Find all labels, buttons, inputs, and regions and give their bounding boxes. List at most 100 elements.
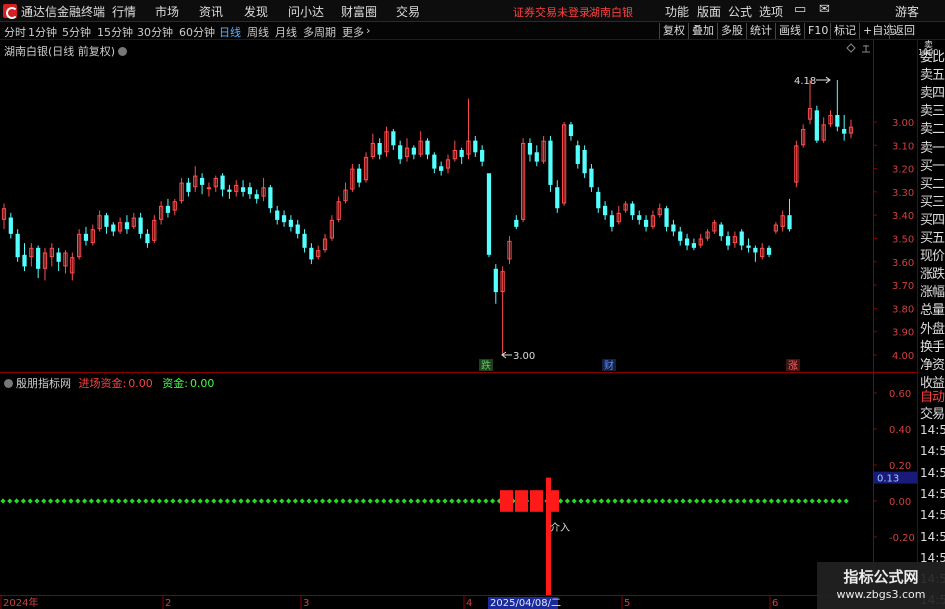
zero-line-diamond [585, 498, 590, 503]
menu-item-quotes[interactable]: 行情 [112, 3, 136, 20]
period-tab-intraday[interactable]: 分时 [4, 24, 26, 40]
zero-line-diamond [164, 498, 169, 503]
login-status-text[interactable]: 证券交易未登录 [513, 4, 590, 20]
quote-field-label: 买一 [920, 155, 944, 174]
btn-multi-stock[interactable]: 多股 [717, 23, 746, 39]
top-menu-bar: 通达信金融终端 行情 市场 资讯 发现 问小达 财富圈 交易 证券交易未登录 湖… [0, 0, 945, 22]
candle-body-down [603, 206, 607, 215]
candle-body-down [719, 225, 723, 237]
red-indicator-bar [530, 490, 543, 512]
btn-mark[interactable]: 标记 [830, 23, 859, 39]
period-tab-multi[interactable]: 多周期 [303, 24, 336, 40]
zero-line-diamond [279, 498, 284, 503]
period-tab-more[interactable]: 更多 [342, 24, 364, 40]
menu-item-trade[interactable]: 交易 [396, 3, 420, 20]
menu-item-ask-xiaoda[interactable]: 问小达 [288, 3, 324, 20]
zero-line-diamond [123, 498, 128, 503]
menu-item-market[interactable]: 市场 [155, 3, 179, 20]
candle-body-down [610, 215, 614, 227]
period-tab-60min[interactable]: 60分钟 [179, 24, 215, 40]
zero-line-diamond [238, 498, 243, 503]
btn-stats[interactable]: 统计 [746, 23, 775, 39]
menu-item-function[interactable]: 功能 [665, 3, 689, 20]
candle-body-down [644, 220, 648, 227]
indicator-settings-icon[interactable] [4, 379, 13, 388]
candle-body-down [460, 150, 464, 157]
zero-line-diamond [334, 498, 339, 503]
zero-line-diamond [96, 498, 101, 503]
btn-overlay[interactable]: 叠加 [688, 23, 717, 39]
price-tick-label: 3.50 [892, 235, 914, 246]
candle-body-down [220, 176, 224, 190]
btn-f10[interactable]: F10 [804, 23, 831, 39]
btn-adjust[interactable]: 复权 [659, 23, 688, 39]
guest-user[interactable]: 游客 [895, 3, 919, 20]
btn-draw[interactable]: 画线 [775, 23, 804, 39]
candle-body-down [815, 110, 819, 140]
zero-line-diamond [572, 498, 577, 503]
zero-line-diamond [130, 498, 135, 503]
zero-line-diamond [714, 498, 719, 503]
candle-body-down [726, 236, 730, 245]
candle-body-down [596, 192, 600, 208]
period-tab-weekly[interactable]: 周线 [247, 24, 269, 40]
time-axis-label: 6 [772, 598, 778, 609]
menu-item-layout[interactable]: 版面 [697, 3, 721, 20]
zero-line-diamond [592, 498, 597, 503]
menu-item-options[interactable]: 选项 [759, 3, 783, 20]
chart-area[interactable]: 介入 4.003.903.803.703.603.503.403.303.203… [0, 40, 945, 609]
menu-item-news[interactable]: 资讯 [199, 3, 223, 20]
candle-body-down [494, 269, 498, 292]
zero-line-diamond [143, 498, 148, 503]
settings-circle-icon[interactable] [118, 47, 127, 56]
period-tab-monthly[interactable]: 月线 [275, 24, 297, 40]
red-indicator-bar [515, 490, 528, 512]
period-tab-daily[interactable]: 日线 [219, 24, 241, 40]
candle-body-down [671, 225, 675, 232]
candle-body-down [248, 187, 252, 194]
zero-line-diamond [320, 498, 325, 503]
zero-line-diamond [463, 498, 468, 503]
zero-line-diamond [755, 498, 760, 503]
kline-chart-svg[interactable]: 介入 4.003.903.803.703.603.503.403.303.203… [0, 40, 945, 609]
zero-line-diamond [381, 498, 386, 503]
btn-back[interactable]: 返回 [889, 23, 918, 39]
pin-icon [862, 45, 870, 52]
candle-body-down [528, 143, 532, 155]
menu-item-wealth-circle[interactable]: 财富圈 [341, 3, 377, 20]
zero-line-diamond [680, 498, 685, 503]
candle-body-down [678, 232, 682, 241]
zero-line-diamond [742, 498, 747, 503]
chat-icon[interactable]: ▭ [794, 2, 806, 17]
event-marker-0: 跌 [481, 359, 491, 372]
zero-line-diamond [395, 498, 400, 503]
zero-line-diamond [565, 498, 570, 503]
zero-line-diamond [667, 498, 672, 503]
period-tab-1min[interactable]: 1分钟 [28, 24, 57, 40]
candle-body-down [36, 248, 40, 269]
mail-icon[interactable]: ✉ [819, 2, 830, 17]
zero-line-diamond [75, 498, 80, 503]
zero-line-diamond [14, 498, 19, 503]
menu-item-formula[interactable]: 公式 [728, 3, 752, 20]
trade-label[interactable]: 交易 [920, 403, 944, 422]
period-tab-5min[interactable]: 5分钟 [62, 24, 91, 40]
zero-line-diamond [198, 498, 203, 503]
zero-line-diamond [368, 498, 373, 503]
candle-body-down [200, 178, 204, 185]
quote-field-label: 卖一 [920, 137, 944, 156]
price-tick-label: 3.20 [892, 165, 914, 176]
zero-line-diamond [408, 498, 413, 503]
chevron-right-icon[interactable]: › [366, 24, 370, 37]
zero-line-diamond [449, 498, 454, 503]
time-axis-label: 3 [303, 598, 309, 609]
zero-line-diamond [354, 498, 359, 503]
candle-body-down [302, 234, 306, 248]
zero-line-diamond [34, 498, 39, 503]
quote-field-label: 买二 [920, 173, 944, 192]
menu-item-discover[interactable]: 发现 [244, 3, 268, 20]
period-tab-15min[interactable]: 15分钟 [97, 24, 133, 40]
zero-line-diamond [653, 498, 658, 503]
event-marker-2: 涨 [788, 360, 798, 372]
period-tab-30min[interactable]: 30分钟 [137, 24, 173, 40]
